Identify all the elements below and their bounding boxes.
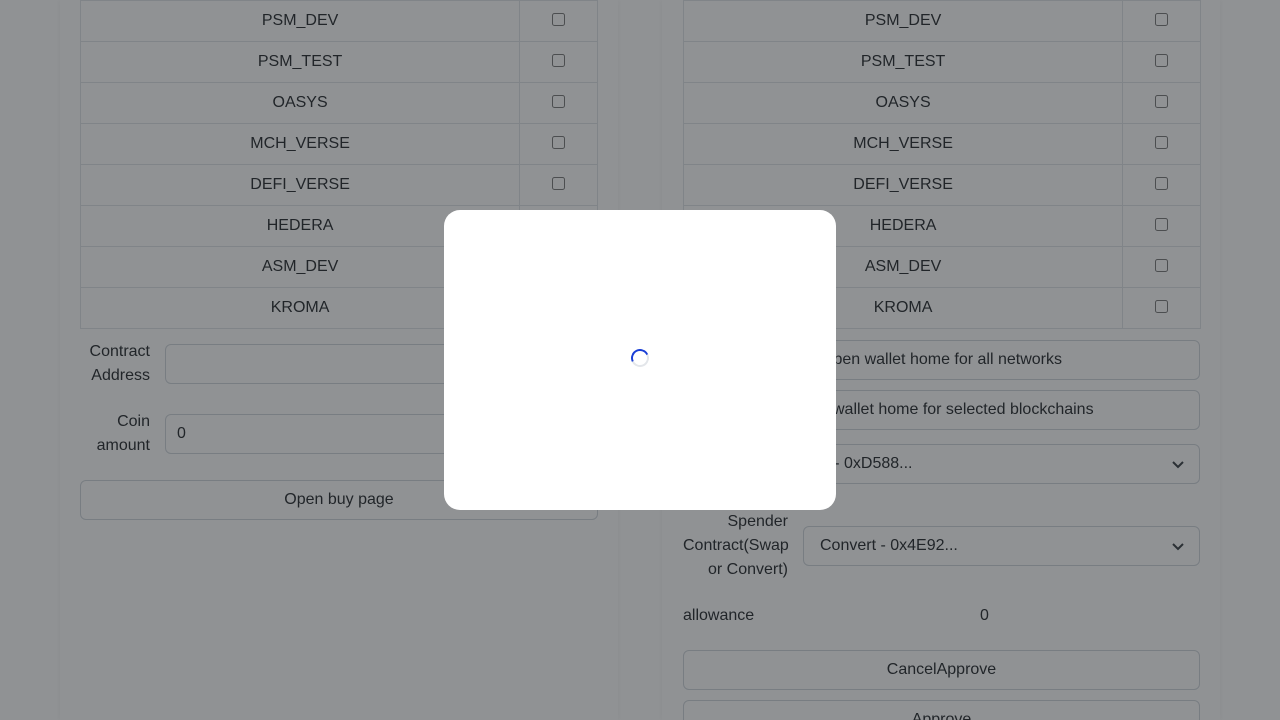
loading-modal — [444, 210, 836, 510]
spinner-icon — [628, 346, 652, 370]
